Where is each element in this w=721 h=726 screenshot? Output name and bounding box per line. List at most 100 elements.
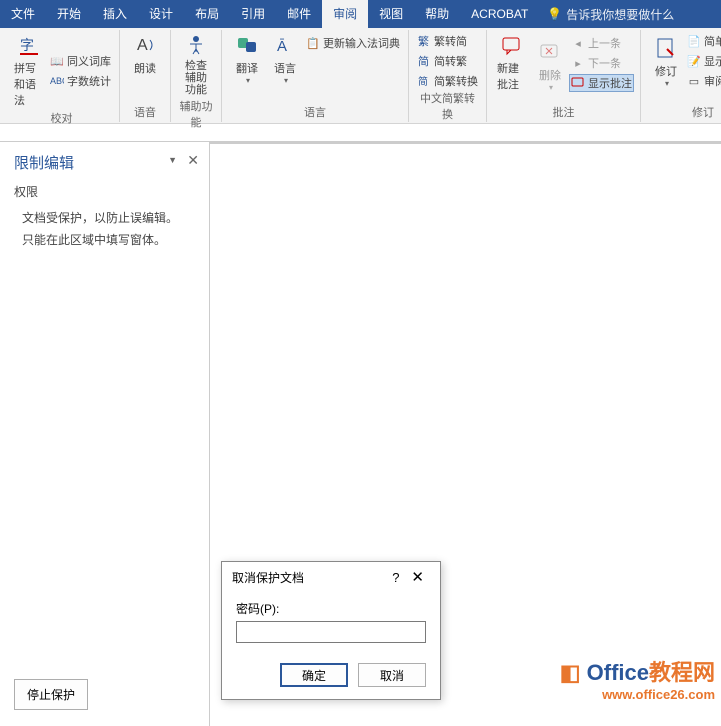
read-aloud-icon: A: [134, 34, 156, 56]
pane-subtitle: 权限: [14, 183, 195, 200]
prev-icon: ◂: [571, 36, 585, 50]
watermark: ◧ Office教程网 www.office26.com: [560, 655, 715, 702]
convert-icon: 简: [417, 74, 431, 88]
prev-comment-label: 上一条: [588, 35, 621, 51]
chevron-down-icon: ▾: [246, 76, 250, 85]
translate-button[interactable]: 翻译▾: [228, 32, 266, 87]
translate-label: 翻译: [236, 60, 258, 76]
svg-text:字: 字: [20, 37, 34, 53]
lightbulb-icon: 💡: [547, 7, 562, 21]
tab-insert[interactable]: 插入: [92, 0, 138, 28]
dialog-close-button[interactable]: ✕: [405, 568, 430, 586]
svg-text:Ā: Ā: [277, 38, 287, 55]
prev-comment-button[interactable]: ◂上一条: [569, 34, 634, 52]
group-proofing: 字 拼写和语法 📖同义词库 ABC字数统计 校对: [4, 30, 120, 122]
thesaurus-button[interactable]: 📖同义词库: [48, 52, 113, 70]
svg-text:简: 简: [418, 75, 428, 88]
next-comment-label: 下一条: [588, 55, 621, 71]
read-aloud-label: 朗读: [134, 60, 156, 76]
pane-close-button[interactable]: ✕: [187, 152, 199, 169]
menu-bar: 文件 开始 插入 设计 布局 引用 邮件 审阅 视图 帮助 ACROBAT 💡 …: [0, 0, 721, 28]
pane-icon: ▭: [687, 74, 701, 88]
chevron-down-icon: ▾: [665, 79, 669, 88]
next-comment-button[interactable]: ▸下一条: [569, 54, 634, 72]
reviewing-pane-button[interactable]: ▭审阅窗格▾: [685, 72, 721, 90]
group-speech: A 朗读 语音: [120, 30, 171, 122]
spelling-button[interactable]: 字 拼写和语法: [10, 32, 48, 110]
ime-icon: 📋: [306, 36, 320, 50]
show-comments-button[interactable]: 显示批注: [569, 74, 634, 92]
simplified-icon: 繁: [417, 34, 431, 48]
new-comment-label: 新建批注: [497, 60, 527, 92]
group-comments-label: 批注: [493, 104, 634, 122]
svg-text:ABC: ABC: [50, 76, 64, 86]
track-changes-button[interactable]: 修订▾: [647, 32, 685, 90]
abc-icon: ABC: [50, 74, 64, 88]
sc2tc-button[interactable]: 繁繁转简: [415, 32, 480, 50]
wm-text-b: 教程网: [649, 660, 715, 685]
show-markup-button[interactable]: 📝显示标记▾: [685, 52, 721, 70]
convert-label: 简繁转换: [434, 73, 478, 89]
track-label: 修订: [655, 63, 677, 79]
password-input[interactable]: [236, 621, 426, 643]
svg-text:简: 简: [418, 54, 429, 68]
update-ime-button[interactable]: 📋更新输入法词典: [304, 34, 402, 52]
svg-text:繁: 繁: [418, 34, 429, 48]
reviewing-pane-label: 审阅窗格: [704, 73, 721, 89]
markup-icon: 📄: [687, 34, 701, 48]
pane-menu-button[interactable]: ▼: [168, 155, 177, 165]
restrict-editing-pane: 限制编辑 ▼ ✕ 权限 文档受保护，以防止误编辑。 只能在此区域中填写窗体。 停…: [0, 142, 210, 726]
tab-view[interactable]: 视图: [368, 0, 414, 28]
translate-icon: [236, 34, 258, 56]
language-button[interactable]: Ā 语言▾: [266, 32, 304, 87]
display-mode-dropdown[interactable]: 📄简单标记▾: [685, 32, 721, 50]
tab-design[interactable]: 设计: [138, 0, 184, 28]
tab-mailings[interactable]: 邮件: [276, 0, 322, 28]
display-mode-label: 简单标记: [704, 33, 721, 49]
tab-review[interactable]: 审阅: [322, 0, 368, 28]
tab-file[interactable]: 文件: [0, 0, 46, 28]
wordcount-button[interactable]: ABC字数统计: [48, 72, 113, 90]
wordcount-label: 字数统计: [67, 73, 111, 89]
tab-help[interactable]: 帮助: [414, 0, 460, 28]
dialog-help-button[interactable]: ?: [386, 570, 405, 585]
accessibility-icon: [185, 34, 207, 56]
convert-button[interactable]: 简简繁转换: [415, 72, 480, 90]
show-comments-icon: [571, 76, 585, 90]
check-accessibility-button[interactable]: 检查辅助功能: [177, 32, 215, 98]
password-label: 密码(P):: [236, 600, 426, 617]
language-label: 语言: [274, 60, 296, 76]
ok-button[interactable]: 确定: [280, 663, 348, 687]
group-proofing-label: 校对: [10, 110, 113, 128]
tc2sc-label: 简转繁: [434, 53, 467, 69]
tab-references[interactable]: 引用: [230, 0, 276, 28]
group-speech-label: 语音: [126, 104, 164, 122]
group-chinese-label: 中文简繁转换: [415, 90, 480, 124]
read-aloud-button[interactable]: A 朗读: [126, 32, 164, 78]
group-comments: 新建批注 删除▾ ◂上一条 ▸下一条 显示批注 批注: [487, 30, 641, 122]
chevron-down-icon: ▾: [549, 83, 553, 92]
track-icon: [655, 37, 677, 59]
tab-layout[interactable]: 布局: [184, 0, 230, 28]
new-comment-button[interactable]: 新建批注: [493, 32, 531, 94]
stop-protection-button[interactable]: 停止保护: [14, 679, 88, 710]
thesaurus-label: 同义词库: [67, 53, 111, 69]
tab-acrobat[interactable]: ACROBAT: [460, 0, 539, 28]
delete-comment-icon: [539, 41, 561, 63]
new-comment-icon: [501, 34, 523, 56]
group-tracking: 修订▾ 📄简单标记▾ 📝显示标记▾ ▭审阅窗格▾ 修订: [641, 30, 721, 122]
show-comments-label: 显示批注: [588, 75, 632, 91]
delete-comment-button[interactable]: 删除▾: [531, 32, 569, 94]
group-language: 翻译▾ Ā 语言▾ 📋更新输入法词典 语言: [222, 30, 409, 122]
wm-url: www.office26.com: [560, 687, 715, 702]
tab-home[interactable]: 开始: [46, 0, 92, 28]
tell-me[interactable]: 💡 告诉我你想要做什么: [547, 6, 674, 23]
tc2sc-button[interactable]: 简简转繁: [415, 52, 480, 70]
update-ime-label: 更新输入法词典: [323, 35, 400, 51]
language-icon: Ā: [274, 34, 296, 56]
group-tracking-label: 修订: [647, 104, 721, 122]
cancel-button[interactable]: 取消: [358, 663, 426, 687]
group-accessibility-label: 辅助功能: [177, 98, 215, 132]
wm-text-a: Office: [587, 660, 649, 685]
show-markup-icon: 📝: [687, 54, 701, 68]
